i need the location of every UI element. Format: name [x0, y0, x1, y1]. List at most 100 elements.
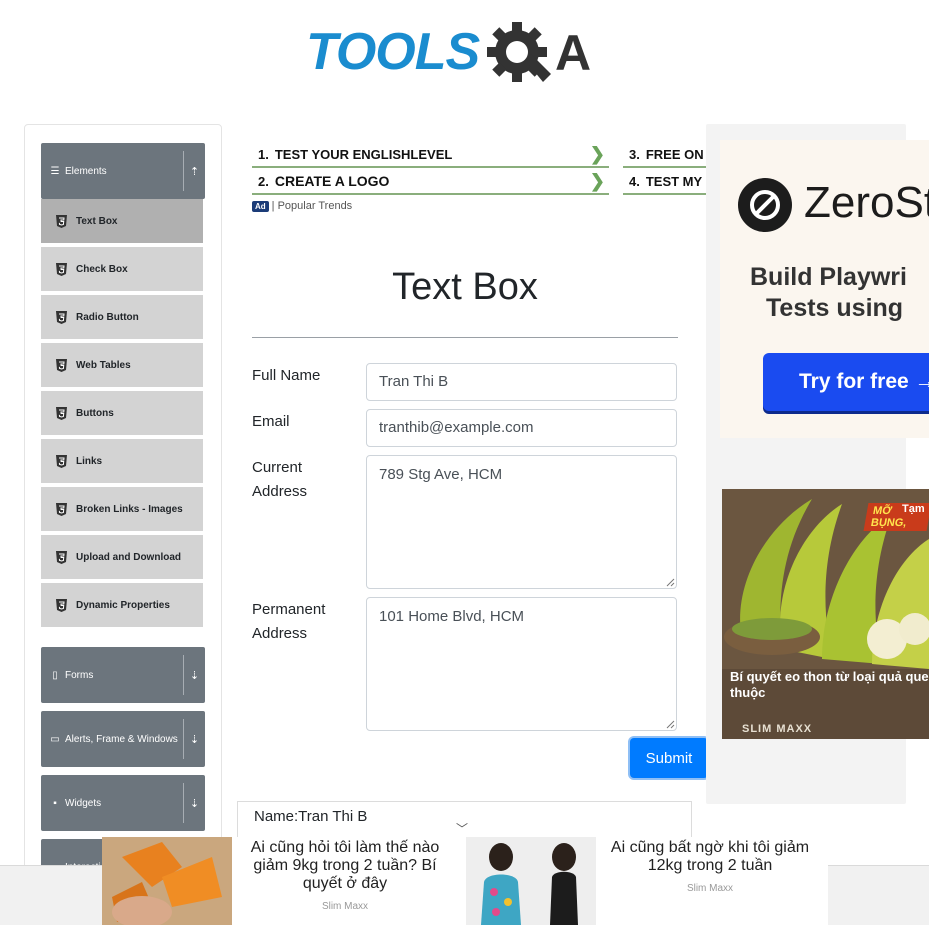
- sidebar-item-text-box[interactable]: Text Box: [41, 199, 203, 245]
- sidebar-group-alerts[interactable]: ▭ Alerts, Frame & Windows ⇣: [41, 711, 205, 767]
- gear-q-icon: A: [487, 22, 591, 82]
- ad-text: CREATE A LOGO: [274, 173, 390, 189]
- email-input[interactable]: tranthib@example.com: [366, 409, 677, 447]
- expand-icon[interactable]: ⇣: [183, 719, 205, 759]
- ad-link-2[interactable]: 2. CREATE A LOGO ❯: [252, 169, 609, 195]
- widgets-icon: ▪: [53, 797, 57, 809]
- full-name-input[interactable]: Tran Thi B: [366, 363, 677, 401]
- group-label: Alerts, Frame & Windows: [65, 733, 178, 745]
- html5-icon: [55, 550, 67, 564]
- sidebar-item-label: Upload and Download: [76, 551, 181, 563]
- sidebar-item-buttons[interactable]: Buttons: [41, 391, 203, 437]
- sidebar-item-dynamic-properties[interactable]: Dynamic Properties: [41, 583, 203, 629]
- zerostep-logo-icon: [738, 178, 792, 232]
- toolsqa-logo[interactable]: TOOLS A: [306, 16, 601, 88]
- window-icon: ▭: [50, 733, 60, 745]
- sidebar-group-forms[interactable]: ▯ Forms ⇣: [41, 647, 205, 703]
- sidebar-item-label: Buttons: [76, 407, 114, 419]
- sidebar-item-radio-button[interactable]: Radio Button: [41, 295, 203, 341]
- zerostep-headline: Build Playwri Tests using: [750, 262, 907, 324]
- collapse-icon[interactable]: ⇡: [183, 151, 205, 191]
- ad-link-4[interactable]: 4. TEST MY: [623, 169, 712, 195]
- permanent-address-label: Permanent Address: [252, 598, 352, 646]
- html5-icon: [55, 214, 67, 228]
- permanent-address-textarea[interactable]: 101 Home Blvd, HCM: [366, 597, 677, 731]
- full-name-label: Full Name: [252, 367, 321, 384]
- sidebar-item-label: Web Tables: [76, 359, 131, 371]
- sidebar-group-widgets[interactable]: ▪ Widgets ⇣: [41, 775, 205, 831]
- weight-loss-image: [466, 837, 596, 925]
- label-line: Address: [252, 625, 308, 642]
- bottom-ad-1[interactable]: Ai cũng hỏi tôi làm thế nào giảm 9kg tro…: [102, 837, 466, 925]
- html5-icon: [55, 358, 67, 372]
- sidebar-item-upload-download[interactable]: Upload and Download: [41, 535, 203, 581]
- bottom-ad-source: Slim Maxx: [321, 901, 369, 912]
- try-for-free-button[interactable]: Try for free →: [763, 353, 929, 411]
- logo-text: TOOLS: [306, 23, 480, 81]
- menu-icon: ☰: [50, 165, 60, 177]
- sidebar-item-label: Check Box: [76, 263, 128, 275]
- sidebar-item-label: Broken Links - Images: [76, 503, 183, 515]
- html5-icon: [55, 454, 67, 468]
- banana-caption: Bí quyết eo thon từ loại quả quen thuộc: [730, 669, 929, 700]
- zerostep-brand: ZeroSt: [804, 178, 929, 227]
- ad-num: 1.: [258, 146, 269, 162]
- label-line: Current: [252, 459, 303, 476]
- html5-icon: [55, 310, 67, 324]
- sidebar-item-links[interactable]: Links: [41, 439, 203, 485]
- ad-num: 4.: [629, 173, 640, 189]
- sidebar-item-web-tables[interactable]: Web Tables: [41, 343, 203, 389]
- ad-text: TEST MY: [645, 173, 703, 189]
- label-line: Permanent: [252, 601, 326, 618]
- sidebar-item-label: Links: [76, 455, 103, 467]
- group-label: Forms: [65, 669, 94, 681]
- banana-ad[interactable]: MỠ BỤNG, Tạm Bí quyết eo thon từ loại qu…: [722, 489, 929, 739]
- ad-text-strong: LEVEL: [410, 146, 453, 162]
- sidebar-item-check-box[interactable]: Check Box: [41, 247, 203, 293]
- sidebar-group-elements[interactable]: ☰ Elements ⇡: [41, 143, 205, 199]
- ad-text: FREE ON: [645, 146, 704, 162]
- bottom-ad-text: Ai cũng hỏi tôi làm thế nào giảm 9kg tro…: [250, 839, 440, 892]
- sidebar-item-label: Text Box: [76, 215, 118, 227]
- banana-brand: SLIM MAXX: [742, 723, 813, 735]
- label-line: Address: [252, 483, 308, 500]
- form-icon: ▯: [52, 669, 58, 681]
- current-address-textarea[interactable]: 789 Stg Ave, HCM: [366, 455, 677, 589]
- resize-handle-icon[interactable]: [666, 720, 675, 729]
- bottom-ad-source: Slim Maxx: [686, 883, 734, 894]
- sidebar-item-label: Radio Button: [76, 311, 139, 323]
- ad-badge[interactable]: Ad | Popular Trends: [252, 200, 352, 212]
- permanent-address-value: 101 Home Blvd, HCM: [379, 608, 525, 625]
- chevron-right-icon: ❯: [589, 143, 605, 164]
- chevron-right-icon: ❯: [589, 170, 605, 191]
- current-address-value: 789 Stg Ave, HCM: [379, 466, 503, 483]
- html5-icon: [55, 502, 67, 516]
- ad-num: 2.: [258, 173, 269, 189]
- ad-text: TEST YOUR ENGLISH: [274, 146, 411, 162]
- headline-line: Tests using: [766, 294, 904, 322]
- expand-icon[interactable]: ⇣: [183, 655, 205, 695]
- html5-icon: [55, 262, 67, 276]
- chevron-down-icon[interactable]: ﹀: [456, 820, 468, 837]
- page-title: Text Box: [392, 266, 538, 308]
- ad-links: 1. TEST YOUR ENGLISH LEVEL ❯ 2. CREATE A…: [252, 142, 712, 214]
- zerostep-ad[interactable]: ZeroSt Build Playwri Tests using Try for…: [720, 140, 929, 438]
- promo-tag: Tạm: [902, 503, 925, 515]
- ad-num: 3.: [629, 146, 640, 162]
- sidebar-item-label: Dynamic Properties: [76, 599, 170, 611]
- ad-link-3[interactable]: 3. FREE ON: [623, 142, 712, 168]
- output-name: Name:Tran Thi B: [254, 808, 368, 825]
- html5-icon: [55, 598, 67, 612]
- html5-icon: [55, 406, 67, 420]
- headline-line: Build Playwri: [750, 263, 907, 291]
- resize-handle-icon[interactable]: [666, 578, 675, 587]
- bottom-ad-2[interactable]: Ai cũng bất ngờ khi tôi giảm 12kg trong …: [466, 837, 828, 925]
- ad-link-1[interactable]: 1. TEST YOUR ENGLISH LEVEL ❯: [252, 142, 609, 168]
- submit-button[interactable]: Submit: [630, 738, 708, 778]
- ad-label: Ad: [252, 200, 269, 212]
- expand-icon[interactable]: ⇣: [183, 783, 205, 823]
- ad-source: | Popular Trends: [271, 200, 353, 212]
- group-label: Elements: [65, 165, 107, 177]
- sidebar-item-broken-links[interactable]: Broken Links - Images: [41, 487, 203, 533]
- title-divider: [252, 337, 678, 338]
